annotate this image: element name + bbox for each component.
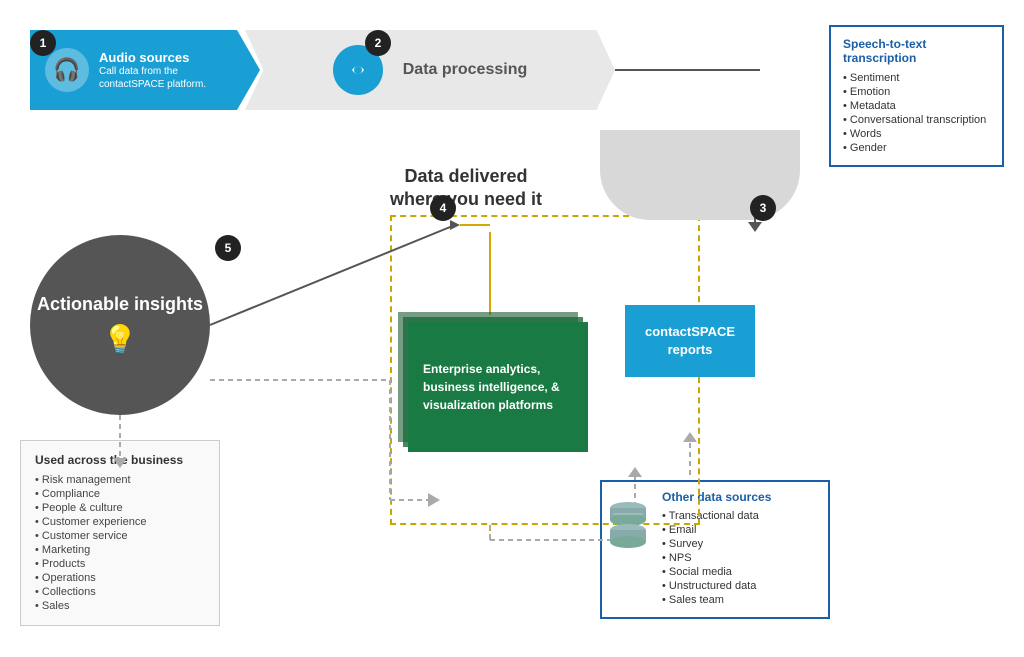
- business-title: Used across the business: [35, 453, 205, 467]
- business-box: Used across the business Risk management…: [20, 440, 220, 626]
- list-item: Metadata: [843, 99, 990, 113]
- step1-title: Audio sources: [99, 50, 220, 65]
- database-cylinders: [608, 500, 648, 555]
- insights-title: Actionable insights: [37, 294, 203, 316]
- list-item: Survey: [662, 537, 816, 551]
- list-item: Social media: [662, 565, 816, 579]
- badge-4: 4: [430, 195, 456, 221]
- list-item: Compliance: [35, 487, 205, 501]
- headset-icon: 🎧: [45, 48, 89, 92]
- badge-2: 2: [365, 30, 391, 56]
- cylinder-icon: [608, 500, 648, 555]
- list-item: Sales: [35, 599, 205, 613]
- list-item: People & culture: [35, 501, 205, 515]
- list-item: Sentiment: [843, 71, 990, 85]
- lightbulb-icon: 💡: [103, 323, 138, 356]
- list-item: Unstructured data: [662, 579, 816, 593]
- speech-box-list: Sentiment Emotion Metadata Conversationa…: [843, 71, 990, 155]
- list-item: Gender: [843, 141, 990, 155]
- step1-arrow: 🎧 Audio sources Call data from the conta…: [30, 30, 260, 110]
- list-item: Emotion: [843, 85, 990, 99]
- list-item: Sales team: [662, 593, 816, 607]
- badge-1: 1: [30, 30, 56, 56]
- reports-label: contactSPACE reports: [637, 323, 743, 359]
- step2-label: Data processing: [403, 61, 527, 79]
- step1-subtitle: Call data from the contactSPACE platform…: [99, 65, 220, 91]
- analytics-stack: Enterprise analytics, business intellige…: [408, 322, 588, 452]
- list-item: Marketing: [35, 543, 205, 557]
- list-item: Customer service: [35, 529, 205, 543]
- data-delivered-heading: Data delivered where you need it: [390, 165, 542, 212]
- badge-3: 3: [750, 195, 776, 221]
- speech-box-title: Speech-to-text transcription: [843, 37, 990, 65]
- list-item: Operations: [35, 571, 205, 585]
- list-item: Words: [843, 127, 990, 141]
- insights-circle: Actionable insights 💡: [30, 235, 210, 415]
- list-item: Products: [35, 557, 205, 571]
- step2-arrow: Data processing: [245, 30, 615, 110]
- list-item: Collections: [35, 585, 205, 599]
- analytics-label: Enterprise analytics, business intellige…: [423, 360, 573, 414]
- list-item: Customer experience: [35, 515, 205, 529]
- list-item: Risk management: [35, 473, 205, 487]
- step1-text-block: Audio sources Call data from the contact…: [99, 50, 220, 91]
- list-item: Email: [662, 523, 816, 537]
- speech-to-text-box: Speech-to-text transcription Sentiment E…: [829, 25, 1004, 167]
- list-item: NPS: [662, 551, 816, 565]
- diagram: 🎧 Audio sources Call data from the conta…: [0, 0, 1024, 657]
- list-item: Conversational transcription: [843, 113, 990, 127]
- badge-5: 5: [215, 235, 241, 261]
- reports-box: contactSPACE reports: [625, 305, 755, 377]
- business-list: Risk management Compliance People & cult…: [35, 473, 205, 613]
